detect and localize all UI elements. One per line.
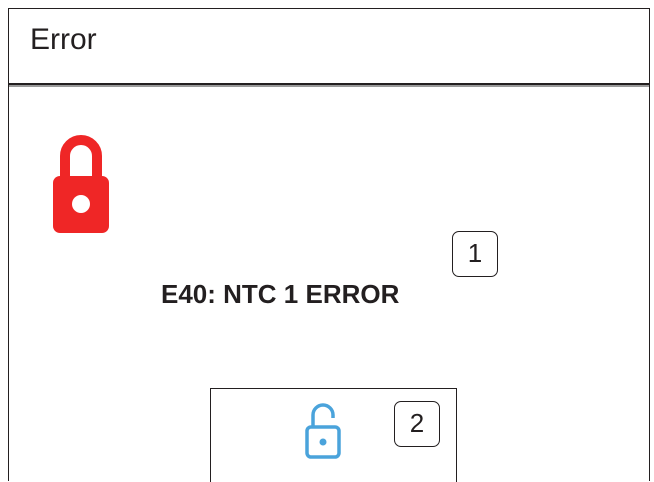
title-bar-divider (9, 85, 649, 87)
page-title: Error (30, 23, 97, 56)
error-message: E40: NTC 1 ERROR (161, 279, 400, 309)
locked-lock-icon (53, 135, 109, 233)
callout-marker-2: 2 (394, 401, 440, 447)
callout-marker-1: 1 (452, 231, 498, 277)
unlock-icon (305, 403, 341, 459)
error-screen: Error E40: NTC 1 ERROR 1 2 (8, 8, 650, 482)
title-bar: Error (9, 9, 649, 85)
